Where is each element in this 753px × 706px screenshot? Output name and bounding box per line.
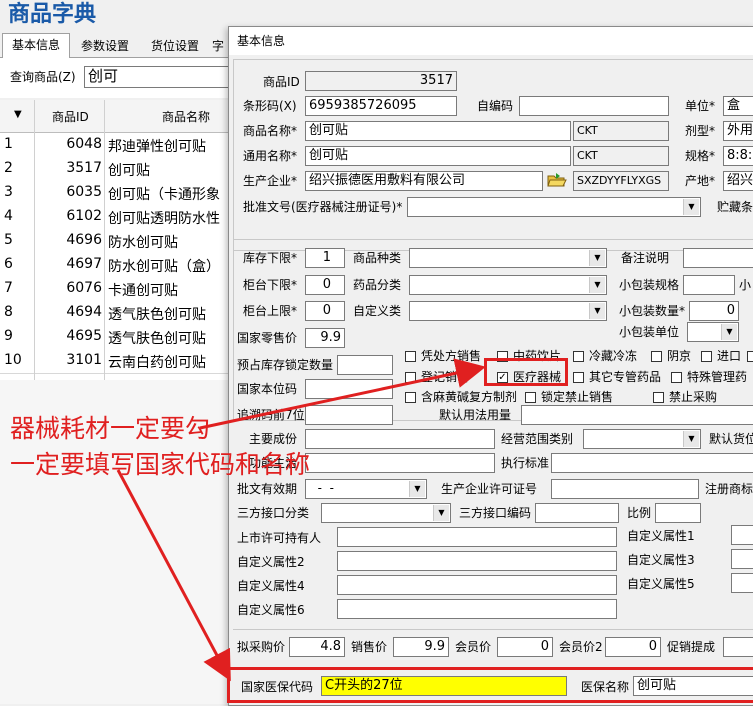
annotation-arrows: [116, 358, 486, 682]
